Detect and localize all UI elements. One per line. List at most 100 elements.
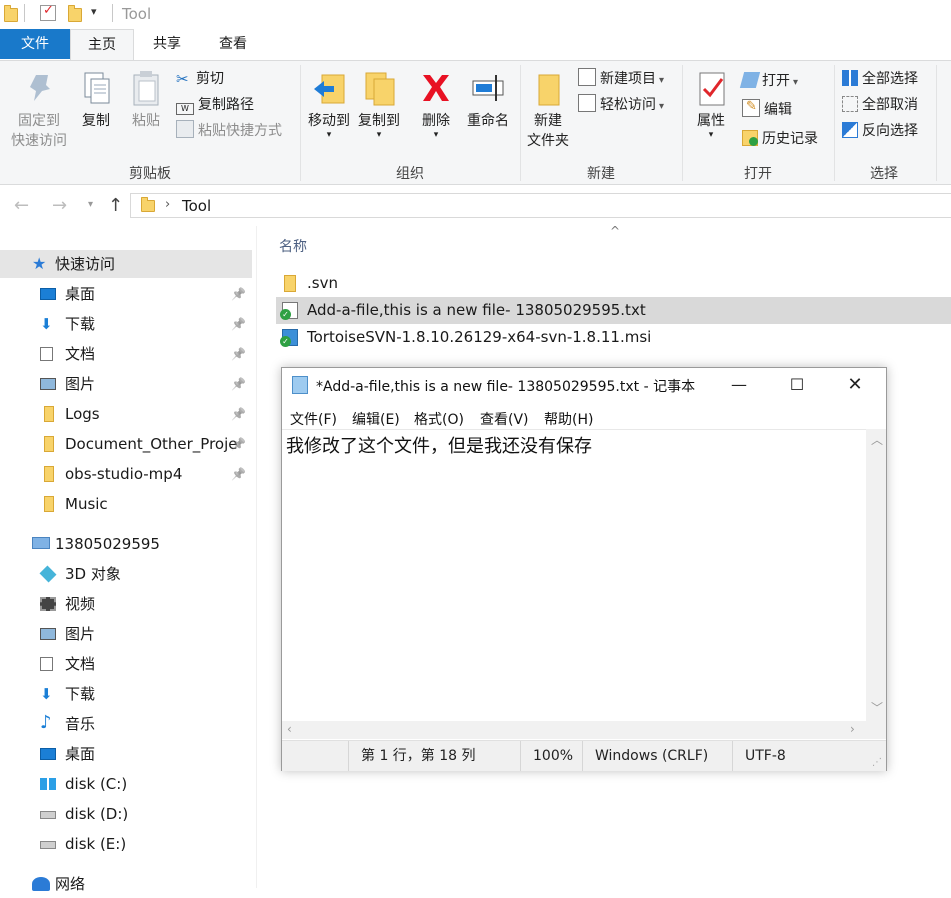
folder-icon xyxy=(284,275,296,292)
pin-icon[interactable]: 📌 xyxy=(231,430,246,458)
copy-to-button[interactable]: 复制到 ▾ xyxy=(354,61,404,140)
resize-grip-icon[interactable]: ⋰ xyxy=(872,757,882,768)
sidebar-item[interactable]: 文档 xyxy=(0,650,252,678)
maximize-icon[interactable]: ☐ xyxy=(774,370,820,400)
sidebar-item-quick-access[interactable]: ★ 快速访问 xyxy=(0,250,252,278)
forward-arrow-icon[interactable]: → xyxy=(52,195,67,216)
menu-view[interactable]: 查看(V) xyxy=(480,409,529,429)
move-to-button[interactable]: 移动到 ▾ xyxy=(304,61,354,140)
scroll-left-icon[interactable]: ‹ xyxy=(287,722,292,736)
sidebar-item[interactable]: 桌面 📌 xyxy=(0,280,252,308)
sidebar-item[interactable]: Logs 📌 xyxy=(0,400,252,428)
scroll-down-icon[interactable]: ﹀ xyxy=(871,699,883,716)
sidebar-item[interactable]: disk (E:) xyxy=(0,830,252,858)
back-arrow-icon[interactable]: ← xyxy=(14,195,29,216)
pin-to-quick-access-button[interactable]: 固定到 快速访问 xyxy=(4,61,74,151)
sidebar-item[interactable]: obs-studio-mp4 📌 xyxy=(0,460,252,488)
rename-button[interactable]: 重命名 xyxy=(462,61,514,131)
computer-icon xyxy=(32,537,50,549)
new-folder-button[interactable]: 新建 文件夹 xyxy=(522,61,574,151)
sidebar-item-network[interactable]: 网络 xyxy=(0,870,252,898)
up-arrow-icon[interactable]: ↑ xyxy=(108,195,123,216)
column-header-name[interactable]: 名称 xyxy=(279,236,307,256)
vertical-scrollbar[interactable]: ︿ ﹀ xyxy=(866,429,886,721)
horizontal-scrollbar[interactable]: ‹ › xyxy=(282,721,866,739)
delete-button[interactable]: 删除 ▾ xyxy=(414,61,458,140)
close-icon[interactable]: ✕ xyxy=(832,370,878,400)
open-button[interactable]: 打开 xyxy=(739,70,798,92)
new-group-label: 新建 xyxy=(587,166,615,182)
select-none-button[interactable]: 全部取消 xyxy=(842,94,918,116)
customize-toolbar-icon[interactable]: ▾ xyxy=(91,5,105,19)
new-item-button[interactable]: 新建项目 xyxy=(578,68,664,90)
video-icon xyxy=(40,597,56,611)
menu-file[interactable]: 文件(F) xyxy=(290,409,337,429)
sidebar-item[interactable]: 文档 📌 xyxy=(0,340,252,368)
new-folder-quick-icon[interactable] xyxy=(68,5,82,22)
pane-divider[interactable] xyxy=(256,226,257,888)
tab-file[interactable]: 文件 xyxy=(0,29,70,59)
scroll-right-icon[interactable]: › xyxy=(850,722,855,736)
pin-icon[interactable]: 📌 xyxy=(231,370,246,398)
file-list-item[interactable]: ✓ Add-a-file,this is a new file- 13805029… xyxy=(276,297,951,324)
easy-access-button[interactable]: 轻松访问 xyxy=(578,94,664,116)
folder-icon xyxy=(141,197,155,212)
minimize-icon[interactable]: — xyxy=(716,370,762,400)
sidebar-item-label: Document_Other_Proje xyxy=(65,435,238,453)
pin-icon[interactable]: 📌 xyxy=(231,310,246,338)
sidebar-item[interactable]: ⬇ 下载 xyxy=(0,680,252,708)
breadcrumb-chevron-icon[interactable]: › xyxy=(165,197,170,212)
sidebar-item[interactable]: Music xyxy=(0,490,252,518)
sidebar-item-label: Music xyxy=(65,495,108,513)
select-all-button[interactable]: 全部选择 xyxy=(842,68,918,90)
file-list-item[interactable]: ✓ TortoiseSVN-1.8.10.26129-x64-svn-1.8.11… xyxy=(276,324,951,351)
menu-format[interactable]: 格式(O) xyxy=(414,409,464,429)
cut-button[interactable]: ✂ 剪切 xyxy=(176,68,224,90)
properties-quick-icon[interactable]: ✓ xyxy=(40,3,56,21)
tab-home[interactable]: 主页 xyxy=(70,29,134,60)
navigation-pane: ★ 快速访问 桌面 📌 ⬇ 下载 📌 文档 📌 图片 📌 Logs 📌 Document_Other_… xyxy=(0,240,256,893)
file-list-item[interactable]: .svn xyxy=(276,270,951,297)
sidebar-item[interactable]: ⬇ 下载 📌 xyxy=(0,310,252,338)
properties-button[interactable]: 属性 ▾ xyxy=(688,61,734,140)
sidebar-item[interactable]: 图片 📌 xyxy=(0,370,252,398)
invert-selection-button[interactable]: 反向选择 xyxy=(842,120,918,142)
menu-help[interactable]: 帮助(H) xyxy=(544,409,593,429)
sidebar-item[interactable]: 3D 对象 xyxy=(0,560,252,588)
scissors-icon: ✂ xyxy=(176,70,189,88)
paste-button[interactable]: 粘贴 xyxy=(124,61,168,131)
sidebar-item[interactable]: ♪ 音乐 xyxy=(0,710,252,738)
pictures-icon xyxy=(40,628,56,640)
copy-button[interactable]: 复制 xyxy=(74,61,118,131)
breadcrumb-item[interactable]: Tool xyxy=(182,197,211,215)
scroll-up-icon[interactable]: ︿ xyxy=(871,431,883,448)
paste-shortcut-button[interactable]: 粘贴快捷方式 xyxy=(176,120,282,142)
pin-icon[interactable]: 📌 xyxy=(231,400,246,428)
sidebar-item[interactable]: 视频 xyxy=(0,590,252,618)
recent-locations-chevron-icon[interactable]: ▾ xyxy=(88,199,93,210)
sidebar-item[interactable]: 图片 xyxy=(0,620,252,648)
text-editor-area[interactable]: 我修改了这个文件，但是我还没有保存 xyxy=(282,429,866,722)
sidebar-item-this-pc[interactable]: 13805029595 xyxy=(0,530,252,558)
sidebar-item-label: 桌面 xyxy=(65,745,96,763)
star-icon: ★ xyxy=(32,254,47,273)
history-button[interactable]: 历史记录 xyxy=(742,128,818,150)
sidebar-item[interactable]: Document_Other_Proje 📌 xyxy=(0,430,252,458)
sidebar-item-label: 网络 xyxy=(55,875,86,893)
ribbon-tabs: 文件 主页 共享 查看 xyxy=(0,29,951,60)
tab-view[interactable]: 查看 xyxy=(200,29,266,59)
sidebar-item[interactable]: disk (D:) xyxy=(0,800,252,828)
sidebar-item-label: 快速访问 xyxy=(55,255,116,273)
pin-icon[interactable]: 📌 xyxy=(231,460,246,488)
copy-path-button[interactable]: W 复制路径 xyxy=(176,94,254,116)
sidebar-item[interactable]: 桌面 xyxy=(0,740,252,768)
notepad-window[interactable]: *Add-a-file,this is a new file- 13805029… xyxy=(281,367,887,771)
sidebar-item[interactable]: disk (C:) xyxy=(0,770,252,798)
tab-share[interactable]: 共享 xyxy=(134,29,200,59)
pin-icon[interactable]: 📌 xyxy=(231,280,246,308)
pin-icon[interactable]: 📌 xyxy=(231,340,246,368)
address-bar[interactable]: › Tool xyxy=(130,193,951,218)
sidebar-item-label: 视频 xyxy=(65,595,96,613)
edit-button[interactable]: ✎ 编辑 xyxy=(742,99,792,121)
menu-edit[interactable]: 编辑(E) xyxy=(352,409,400,429)
